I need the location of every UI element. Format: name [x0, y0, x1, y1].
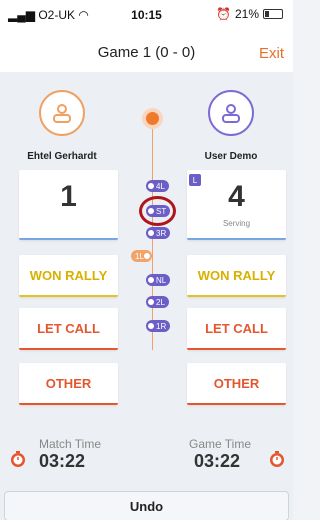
game-time-label: Game Time — [189, 437, 252, 451]
match-time-value: 03:22 — [39, 451, 86, 471]
player-right-other-button[interactable]: OTHER — [187, 363, 286, 405]
stopwatch-icon — [11, 451, 25, 467]
user-icon — [222, 104, 240, 123]
player-right-score-card[interactable]: 4 Serving — [187, 170, 286, 240]
highlight-annotation-ring — [139, 196, 176, 226]
game-time-value: 03:22 — [194, 451, 241, 471]
player-left-let-call-button[interactable]: LET CALL — [19, 308, 118, 350]
timeline-pill[interactable]: 3R — [146, 227, 171, 239]
timeline-pill[interactable]: 4L — [146, 180, 169, 192]
timeline-pill[interactable]: NL — [146, 274, 171, 286]
player-left-other-button[interactable]: OTHER — [19, 363, 118, 405]
battery-icon — [263, 9, 283, 19]
player-right-let-call-button[interactable]: LET CALL — [187, 308, 286, 350]
player-left-score-card[interactable]: 1 — [19, 170, 118, 240]
serve-side-badge: L — [189, 174, 201, 186]
player-right-score: 4 — [228, 180, 245, 213]
timeline-pill[interactable]: 1R — [146, 320, 171, 332]
player-right-won-rally-button[interactable]: WON RALLY — [187, 255, 286, 297]
stopwatch-icon — [270, 451, 284, 467]
player-left-score: 1 — [60, 180, 77, 213]
battery-indicator: ⏰ 21% — [216, 7, 283, 21]
timeline-current-dot — [146, 112, 159, 125]
player-left-won-rally-button[interactable]: WON RALLY — [19, 255, 118, 297]
match-time-label: Match Time — [39, 437, 102, 451]
undo-button[interactable]: Undo — [4, 491, 289, 520]
alarm-icon: ⏰ — [216, 7, 231, 21]
game-header: Game 1 (0 - 0) Exit — [0, 36, 293, 72]
player-left-name: Ehtel Gerhardt — [27, 151, 97, 162]
serving-label: Serving — [222, 219, 251, 228]
player-left-avatar — [39, 90, 85, 136]
status-bar: ▂▄▆ O2-UK ◠ 10:15 ⏰ 21% — [0, 0, 293, 36]
player-right-avatar — [208, 90, 254, 136]
page-title: Game 1 (0 - 0) — [97, 44, 196, 61]
user-icon — [53, 104, 71, 123]
exit-button[interactable]: Exit — [259, 45, 284, 62]
timeline-pill[interactable]: 1L — [131, 250, 152, 262]
player-right-name: User Demo — [204, 151, 258, 162]
timeline-pill[interactable]: 2L — [146, 296, 169, 308]
